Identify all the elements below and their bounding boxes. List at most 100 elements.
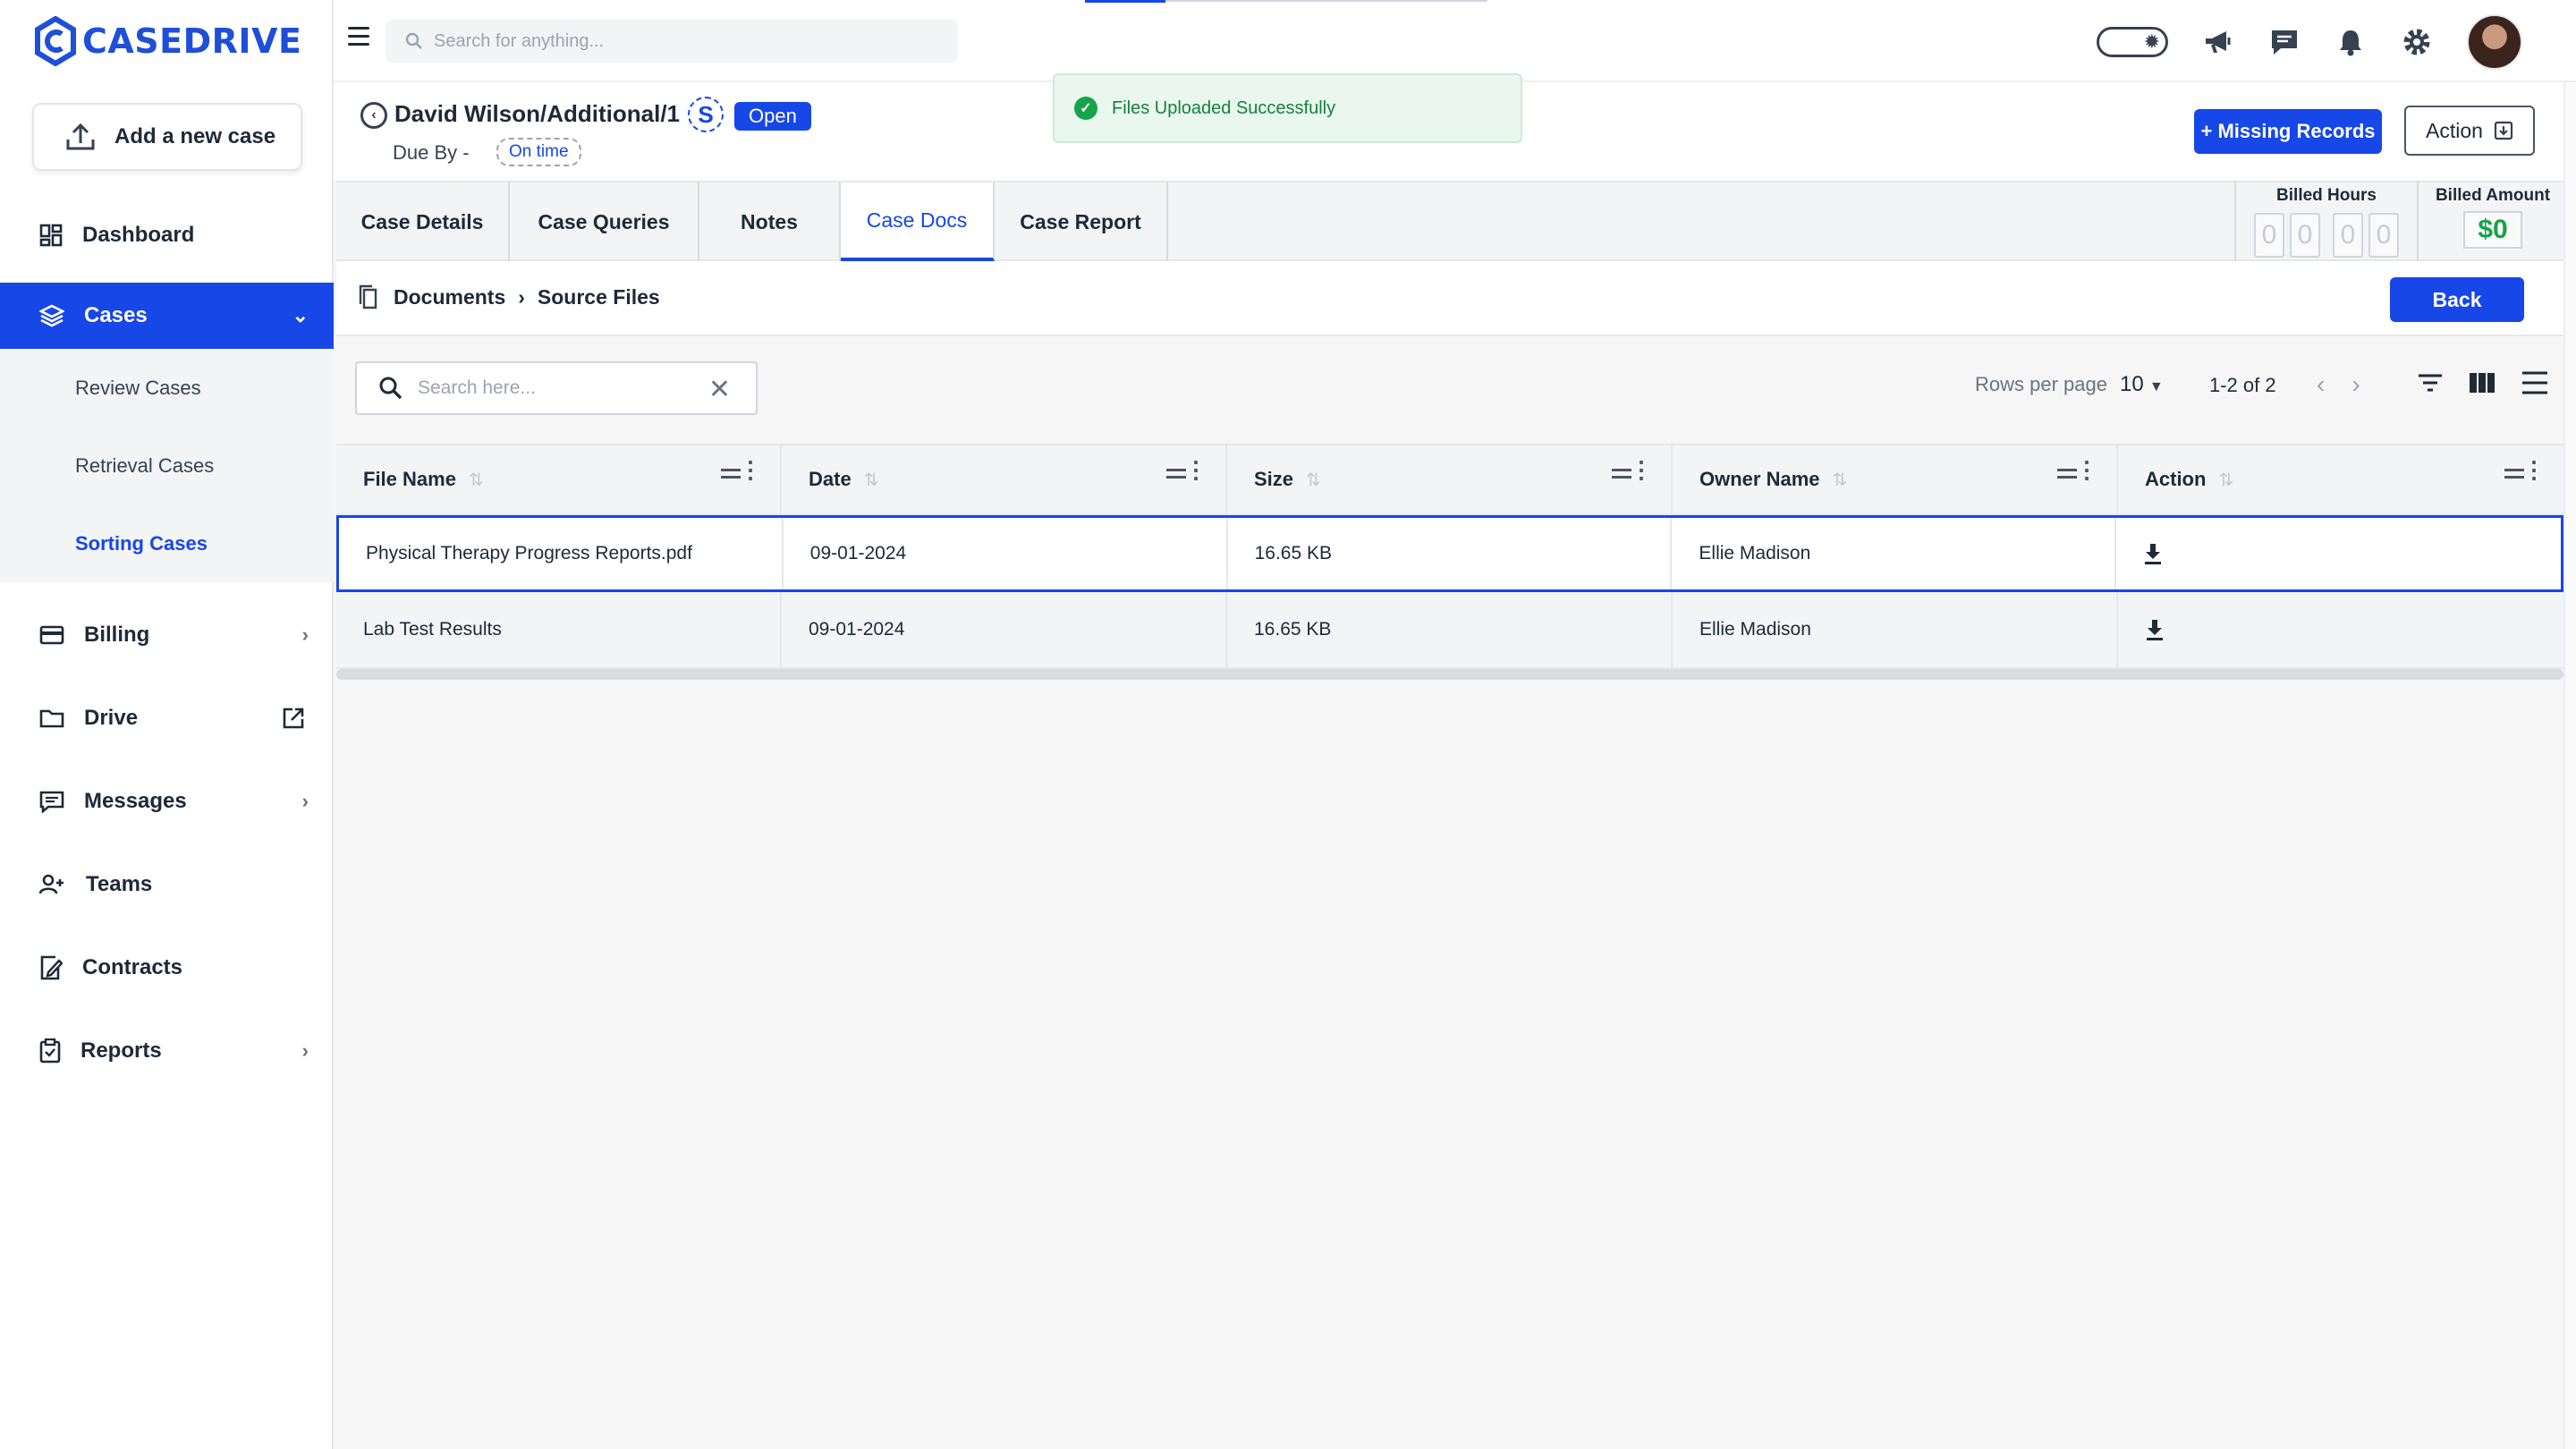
sort-icon[interactable]: ⇅ bbox=[864, 469, 879, 491]
sidebar-item-teams[interactable]: Teams bbox=[0, 852, 334, 918]
vertical-scrollbar[interactable] bbox=[2563, 82, 2576, 1449]
billed-hours-digit: 0 bbox=[2290, 213, 2320, 258]
column-drag-icon[interactable] bbox=[2057, 469, 2077, 483]
chat-icon[interactable] bbox=[2268, 26, 2301, 58]
back-button[interactable]: Back bbox=[2390, 277, 2524, 322]
sidebar-item-label: Messages bbox=[84, 789, 187, 813]
megaphone-icon[interactable] bbox=[2202, 26, 2234, 58]
sidebar-item-reports[interactable]: Reports › bbox=[0, 1018, 334, 1084]
tab-case-queries[interactable]: Case Queries bbox=[510, 182, 699, 261]
theme-toggle[interactable] bbox=[2097, 27, 2168, 57]
column-header-owner-name[interactable]: Owner Name ⇅ ⋮ bbox=[1673, 445, 2118, 513]
sidebar-subitem-retrieval-cases[interactable]: Retrieval Cases bbox=[0, 427, 334, 504]
column-menu-icon[interactable]: ⋮ bbox=[2522, 458, 2546, 481]
check-circle-icon: ✓ bbox=[1074, 97, 1097, 120]
filter-icon[interactable] bbox=[2417, 372, 2444, 394]
tab-notes[interactable]: Notes bbox=[699, 182, 841, 261]
sort-icon[interactable]: ⇅ bbox=[1833, 469, 1848, 491]
documents-icon bbox=[359, 284, 377, 309]
top-actions bbox=[2097, 14, 2522, 70]
column-header-action[interactable]: Action ⇅ ⋮ bbox=[2118, 445, 2563, 513]
sidebar-item-label: Contracts bbox=[82, 955, 183, 979]
credit-card-icon bbox=[39, 625, 64, 645]
rows-per-page: Rows per page 10 ▼ bbox=[1975, 372, 2164, 397]
sidebar-item-label: Teams bbox=[86, 872, 153, 896]
breadcrumb-bar: Documents › Source Files Back bbox=[336, 261, 2567, 336]
cell-file-name[interactable]: Lab Test Results bbox=[336, 592, 782, 667]
action-menu-icon bbox=[2494, 121, 2513, 140]
missing-records-button[interactable]: + Missing Records bbox=[2194, 109, 2382, 154]
column-header-size[interactable]: Size ⇅ ⋮ bbox=[1227, 445, 1673, 513]
layers-icon bbox=[39, 304, 64, 327]
previous-page-icon[interactable]: ‹ bbox=[2317, 370, 2325, 399]
rows-per-page-select[interactable]: 10 ▼ bbox=[2120, 372, 2164, 397]
columns-icon[interactable] bbox=[2469, 371, 2496, 394]
sidebar-item-label: Cases bbox=[84, 303, 148, 327]
gear-icon[interactable] bbox=[2401, 26, 2433, 58]
back-arrow-icon[interactable]: ‹ bbox=[360, 102, 387, 129]
due-status-badge: On time bbox=[496, 138, 581, 166]
horizontal-scrollbar[interactable] bbox=[336, 669, 2563, 680]
menu-toggle-icon[interactable] bbox=[348, 27, 369, 47]
tab-case-details[interactable]: Case Details bbox=[336, 182, 510, 261]
sidebar-subitem-review-cases[interactable]: Review Cases bbox=[0, 349, 334, 427]
action-dropdown-button[interactable]: Action bbox=[2404, 106, 2535, 156]
sidebar-item-label: Reports bbox=[80, 1038, 162, 1063]
sidebar-item-cases[interactable]: Cases ⌄ bbox=[0, 283, 334, 349]
user-avatar[interactable] bbox=[2467, 14, 2522, 70]
tab-case-report[interactable]: Case Report bbox=[995, 182, 1168, 261]
folder-icon bbox=[39, 709, 64, 728]
next-page-icon[interactable]: › bbox=[2351, 370, 2360, 399]
sidebar: CASEDRIVE Add a new case Dashboard Cases… bbox=[0, 0, 334, 1449]
sidebar-subitem-sorting-cases[interactable]: Sorting Cases bbox=[0, 504, 334, 582]
pagination-controls: ‹ › bbox=[2317, 370, 2360, 399]
sidebar-item-billing[interactable]: Billing › bbox=[0, 602, 334, 668]
external-link-icon[interactable] bbox=[282, 707, 305, 730]
sort-icon[interactable]: ⇅ bbox=[469, 469, 484, 491]
cell-file-name[interactable]: Physical Therapy Progress Reports.pdf bbox=[339, 518, 784, 589]
column-menu-icon[interactable]: ⋮ bbox=[1184, 458, 1208, 481]
table-row[interactable]: Physical Therapy Progress Reports.pdf 09… bbox=[336, 515, 2563, 592]
table-row[interactable]: Lab Test Results 09-01-2024 16.65 KB Ell… bbox=[336, 592, 2563, 669]
tab-case-docs[interactable]: Case Docs bbox=[841, 182, 995, 261]
sidebar-item-drive[interactable]: Drive bbox=[0, 685, 334, 751]
bell-icon[interactable] bbox=[2334, 26, 2367, 58]
breadcrumb-documents[interactable]: Documents bbox=[394, 285, 505, 309]
column-drag-icon[interactable] bbox=[1612, 469, 1631, 483]
add-new-case-button[interactable]: Add a new case bbox=[32, 103, 302, 171]
sidebar-item-contracts[interactable]: Contracts bbox=[0, 935, 334, 1001]
breadcrumb-source-files: Source Files bbox=[537, 284, 660, 309]
column-menu-icon[interactable]: ⋮ bbox=[1630, 458, 1653, 481]
table-search-input[interactable]: Search here... ✕ bbox=[355, 361, 758, 415]
column-menu-icon[interactable]: ⋮ bbox=[2075, 458, 2098, 481]
column-header-file-name[interactable]: File Name ⇅ ⋮ bbox=[336, 445, 782, 513]
column-drag-icon[interactable] bbox=[1166, 469, 1186, 483]
sort-icon[interactable]: ⇅ bbox=[2218, 469, 2233, 491]
sidebar-item-label: Billing bbox=[84, 623, 150, 647]
sidebar-item-messages[interactable]: Messages › bbox=[0, 768, 334, 835]
sidebar-item-dashboard[interactable]: Dashboard bbox=[0, 202, 334, 268]
case-title: David Wilson/Additional/1 bbox=[394, 100, 681, 127]
column-menu-icon[interactable]: ⋮ bbox=[739, 458, 762, 481]
global-search-input[interactable]: Search for anything... bbox=[386, 20, 958, 63]
billed-hours: Billed Hours 0 0 0 0 bbox=[2234, 181, 2417, 261]
loading-track bbox=[1165, 0, 1487, 2]
column-drag-icon[interactable] bbox=[2504, 469, 2524, 483]
case-tabs: Case Details Case Queries Notes Case Doc… bbox=[336, 181, 2567, 261]
chevron-right-icon: › bbox=[301, 623, 309, 646]
density-icon[interactable] bbox=[2521, 370, 2549, 395]
clear-search-icon[interactable]: ✕ bbox=[708, 374, 731, 405]
download-icon[interactable] bbox=[2145, 618, 2165, 641]
column-header-date[interactable]: Date ⇅ ⋮ bbox=[782, 445, 1227, 513]
sort-icon[interactable]: ⇅ bbox=[1306, 469, 1321, 491]
download-icon[interactable] bbox=[2143, 542, 2163, 565]
billed-hours-digit: 0 bbox=[2333, 213, 2363, 258]
brand-logo[interactable]: CASEDRIVE bbox=[34, 14, 301, 68]
top-bar: Search for anything... bbox=[334, 0, 2576, 82]
status-badge: Open bbox=[734, 102, 811, 131]
column-drag-icon[interactable] bbox=[721, 469, 741, 483]
chevron-down-icon: ⌄ bbox=[292, 304, 309, 326]
contract-icon bbox=[40, 955, 63, 980]
sidebar-item-label: Drive bbox=[84, 706, 139, 730]
rows-per-page-value: 10 bbox=[2119, 372, 2144, 396]
